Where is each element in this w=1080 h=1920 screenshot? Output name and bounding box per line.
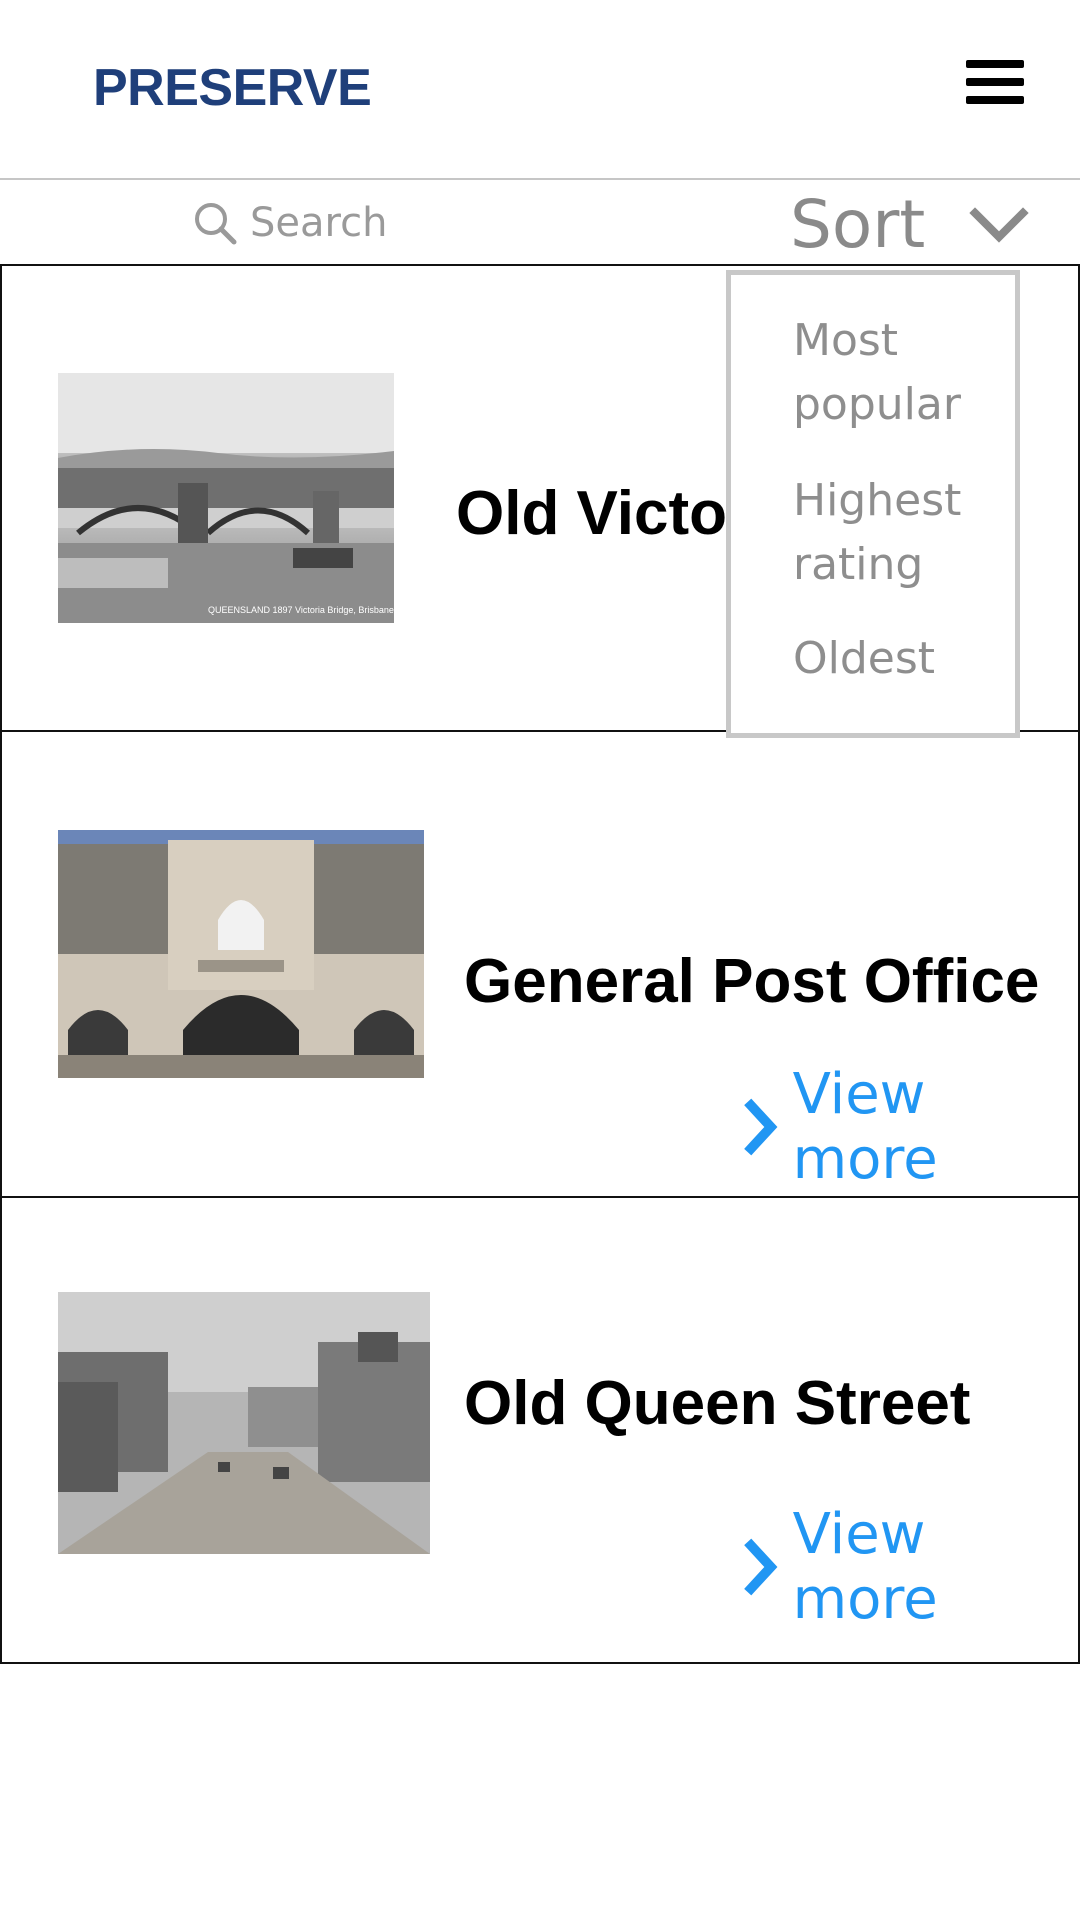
sort-option-highest-rating[interactable]: Highest rating — [793, 469, 1013, 597]
view-more-link[interactable]: View more — [740, 1502, 1078, 1632]
sort-label: Sort — [790, 186, 926, 263]
photo-caption: QUEENSLAND 1897 Victoria Bridge, Brisban… — [208, 605, 394, 615]
search-placeholder: Search — [250, 200, 388, 246]
sort-option-most-popular[interactable]: Most popular — [793, 309, 1013, 437]
bridge-photo-art: QUEENSLAND 1897 Victoria Bridge, Brisban… — [58, 373, 394, 623]
place-photo — [58, 830, 424, 1078]
place-title: General Post Office — [464, 947, 1040, 1016]
place-photo — [58, 1292, 430, 1554]
chevron-down-icon — [969, 206, 1029, 243]
app-header: PRESERVE — [0, 0, 1080, 178]
app-logo: PRESERVE — [93, 59, 372, 117]
view-more-label: View more — [792, 1502, 938, 1632]
sort-dropdown-menu: Most popular Highest rating Oldest — [726, 270, 1020, 738]
sort-dropdown-button[interactable]: Sort — [790, 186, 1029, 263]
toolbar: Search Sort — [0, 180, 1080, 264]
menu-bar — [966, 78, 1024, 86]
chevron-right-icon — [744, 1538, 778, 1596]
view-more-label: View more — [792, 1062, 938, 1192]
post-office-photo-art — [58, 830, 424, 1078]
place-card[interactable]: Old Queen Street View more — [0, 1196, 1080, 1664]
search-icon — [195, 203, 237, 245]
view-more-link[interactable]: View more — [740, 1062, 1078, 1192]
menu-bar — [966, 60, 1024, 68]
menu-bar — [966, 96, 1024, 104]
hamburger-menu-icon[interactable] — [966, 58, 1024, 106]
place-card[interactable]: General Post Office View more — [0, 730, 1080, 1198]
place-photo: QUEENSLAND 1897 Victoria Bridge, Brisban… — [58, 373, 394, 623]
place-title: Old Queen Street — [464, 1369, 971, 1438]
queen-street-photo-art — [58, 1292, 430, 1554]
chevron-right-icon — [744, 1098, 778, 1156]
search-input[interactable]: Search — [192, 198, 387, 248]
sort-option-oldest[interactable]: Oldest — [793, 627, 1013, 691]
